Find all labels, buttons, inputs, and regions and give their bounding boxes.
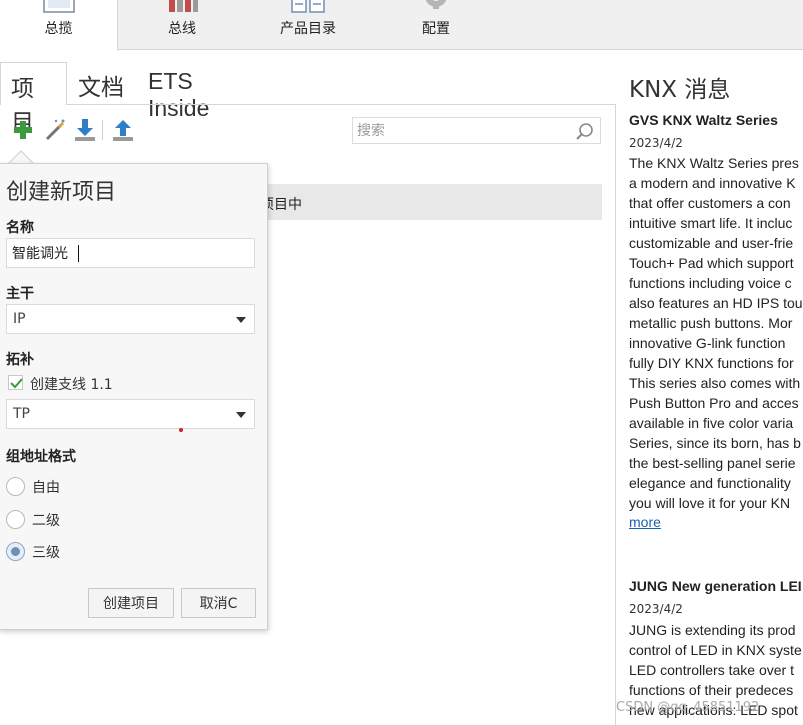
backbone-select[interactable]: IP: [6, 304, 255, 334]
news-body-line: LED controllers take over t: [629, 662, 794, 678]
project-list-row[interactable]: 项目中: [260, 184, 602, 220]
top-ribbon: 总揽 总线 产品目录 配置: [0, 0, 803, 51]
news-body-line: the best-selling panel serie: [629, 455, 796, 471]
create-line-label: 创建支线 1.1: [30, 377, 113, 393]
pane-divider: [67, 104, 616, 105]
radio-button[interactable]: [6, 542, 25, 561]
tab-ets-inside[interactable]: ETS Inside: [138, 62, 258, 121]
news-body-line: metallic push buttons. Mor: [629, 315, 793, 331]
news-body-line: Push Button Pro and acces: [629, 395, 799, 411]
name-field-box: [6, 238, 255, 268]
news-title: KNX 消息: [629, 77, 731, 103]
ribbon-tab-catalog[interactable]: 产品目录: [262, 0, 354, 50]
ribbon-tab-label: 总揽: [44, 21, 73, 37]
news-body-line: intuitive smart life. It incluc: [629, 215, 793, 231]
import-icon[interactable]: [72, 116, 98, 144]
ribbon-tab-overview[interactable]: 总揽: [0, 0, 118, 51]
news-body-line: Series, since its born, has b: [629, 435, 801, 451]
tab-project[interactable]: 项目: [0, 62, 67, 135]
popup-title: 创建新项目: [6, 180, 117, 205]
ribbon-tab-config[interactable]: 配置: [390, 0, 482, 50]
checkmark-icon: [10, 378, 23, 389]
create-line-checkbox[interactable]: [8, 375, 23, 390]
name-label: 名称: [6, 220, 34, 236]
radio-label: 自由: [32, 480, 60, 496]
news-more-link[interactable]: more: [629, 514, 661, 530]
news-body-line: The KNX Waltz Series pres: [629, 155, 799, 171]
topology-label: 拓补: [6, 352, 34, 368]
news-body-line: control of LED in KNX syste: [629, 642, 802, 658]
add-icon[interactable]: [10, 116, 36, 144]
news-date: 2023/4/2: [629, 602, 683, 616]
news-headline[interactable]: GVS KNX Waltz Series: [629, 112, 778, 128]
gear-icon: [425, 0, 447, 9]
wand-icon[interactable]: [42, 116, 68, 144]
create-project-button[interactable]: 创建项目: [88, 588, 174, 618]
news-body-line: customizable and user-frie: [629, 235, 794, 251]
radio-button[interactable]: [6, 510, 25, 529]
project-search: [352, 117, 601, 144]
news-body-line: that offer customers a con: [629, 195, 791, 211]
backbone-label: 主干: [6, 286, 34, 302]
backbone-select-value: IP: [13, 311, 26, 327]
news-body-line: you will love it for your KN: [629, 495, 791, 511]
topology-select[interactable]: TP: [6, 399, 255, 429]
radio-label: 二级: [32, 513, 60, 529]
radio-button[interactable]: [6, 477, 25, 496]
app-window: 总揽 总线 产品目录 配置 项 文档 ETS Inside 搜索 项目中 创建新…: [0, 0, 803, 725]
cursor-dot: [179, 428, 183, 432]
news-date: 2023/4/2: [629, 136, 683, 150]
news-headline[interactable]: JUNG New generation LEI: [629, 578, 802, 594]
topology-select-value: TP: [13, 406, 30, 422]
news-body-line: elegance and functionality: [629, 475, 791, 491]
bus-icon: [169, 0, 198, 12]
search-input[interactable]: [357, 121, 567, 141]
export-icon[interactable]: [110, 116, 136, 144]
group-address-label: 组地址格式: [6, 449, 76, 465]
news-body-line: fully DIY KNX functions for: [629, 355, 794, 371]
pane-divider: [615, 104, 616, 725]
news-body-line: available in five color varia: [629, 415, 794, 431]
news-body-line: Touch+ Pad which support: [629, 255, 794, 271]
toolbar-separator: [102, 120, 103, 140]
ribbon-tab-label: 产品目录: [280, 21, 336, 37]
news-body-line: also features an HD IPS tou: [629, 295, 803, 311]
chevron-down-icon: [236, 412, 246, 418]
overview-icon: [42, 0, 75, 13]
news-body-line: innovative G-link function: [629, 335, 786, 351]
news-item: GVS KNX Waltz Series 2023/4/2 The KNX Wa…: [629, 112, 803, 532]
news-body-line: functions of their predeces: [629, 682, 794, 698]
ribbon-tab-label: 配置: [422, 21, 450, 37]
tab-documents[interactable]: 文档: [68, 62, 138, 104]
catalog-icon: [291, 0, 325, 13]
watermark: CSDN @qq_45851192: [616, 700, 760, 715]
create-project-popup: 创建新项目 名称 主干 IP 拓补 创建支线 1.1 TP 组地址格式: [0, 163, 268, 630]
search-icon[interactable]: [575, 122, 595, 142]
chevron-down-icon: [236, 317, 246, 323]
ribbon-tab-bus[interactable]: 总线: [128, 0, 236, 50]
news-body-line: a modern and innovative K: [629, 175, 796, 191]
project-name-input[interactable]: [12, 244, 247, 262]
news-body-line: This series also comes with: [629, 375, 801, 391]
news-body-line: JUNG is extending its prod: [629, 622, 796, 638]
cancel-button[interactable]: 取消C: [181, 588, 256, 618]
ribbon-tab-label: 总线: [168, 21, 196, 37]
news-body-line: functions including voice c: [629, 275, 792, 291]
text-caret: [78, 245, 79, 262]
radio-label: 三级: [32, 545, 60, 561]
